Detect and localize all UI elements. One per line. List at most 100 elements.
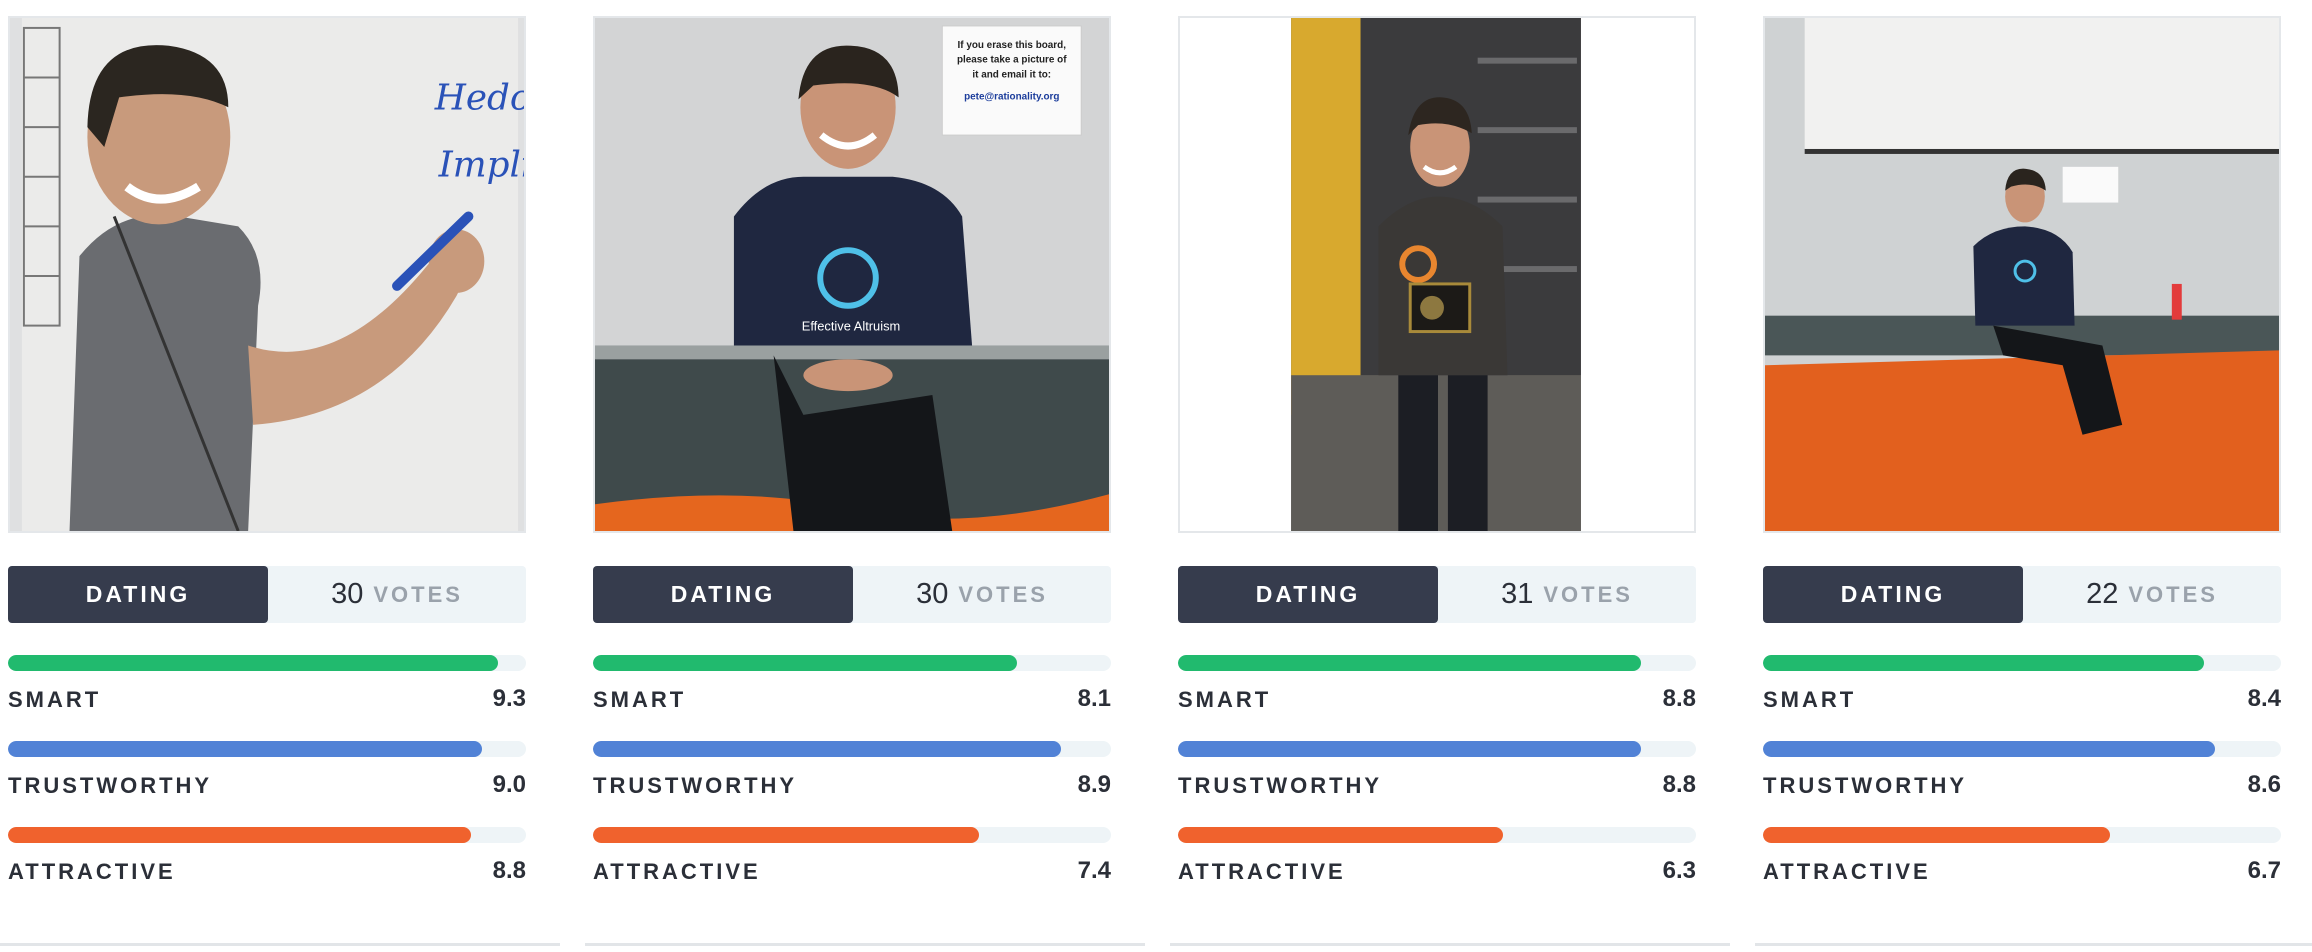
svg-text:Impli: Impli	[438, 145, 524, 186]
score-bar-track	[1763, 827, 2281, 843]
score-bar-track	[1178, 827, 1696, 843]
profile-card: DATING 31 VOTES SMART 8.8 TRUSTWORTHY 8.…	[1170, 0, 1738, 952]
metric-trustworthy: TRUSTWORTHY 8.8	[1178, 741, 1696, 801]
score-bar-track	[1763, 741, 2281, 757]
card-divider	[0, 943, 560, 946]
vote-count: 22 VOTES	[2023, 566, 2281, 623]
svg-text:please take a picture of: please take a picture of	[957, 55, 1067, 66]
score-bar-fill	[593, 655, 1018, 671]
vote-count-number: 31	[1501, 578, 1534, 610]
score-bar-track	[593, 741, 1111, 757]
svg-text:it and email it to:: it and email it to:	[972, 70, 1051, 81]
metric-label: ATTRACTIVE	[1763, 859, 1931, 884]
metric-label: SMART	[593, 687, 687, 712]
vote-count: 30 VOTES	[853, 566, 1111, 623]
metric-trustworthy: TRUSTWORTHY 8.9	[593, 741, 1111, 801]
score-bar-fill	[8, 655, 499, 671]
category-tab-bar: DATING 30 VOTES	[8, 566, 526, 623]
photo-whiteboard-icon: Hedon Impli	[10, 18, 524, 531]
category-tab-bar: DATING 31 VOTES	[1178, 566, 1696, 623]
metric-value: 8.4	[2247, 685, 2281, 712]
vote-count-number: 30	[331, 578, 364, 610]
photo-grid: Hedon Impli DATING 30 VOTES SMART	[0, 0, 2312, 952]
metric-smart: SMART 8.8	[1178, 655, 1696, 715]
profile-card: DATING 22 VOTES SMART 8.4 TRUSTWORTHY 8.…	[1755, 0, 2312, 952]
card-divider	[1170, 943, 1730, 946]
score-bar-track	[8, 741, 526, 757]
profile-photo[interactable]	[1178, 16, 1696, 533]
metric-label: TRUSTWORTHY	[593, 773, 798, 798]
card-divider	[1755, 943, 2312, 946]
vote-count-label: VOTES	[373, 581, 463, 607]
metric-value: 8.8	[492, 857, 526, 884]
metric-label: SMART	[8, 687, 102, 712]
svg-text:Effective Altruism: Effective Altruism	[802, 319, 901, 334]
category-tab-bar: DATING 22 VOTES	[1763, 566, 2281, 623]
svg-text:If you erase this board,: If you erase this board,	[958, 40, 1067, 51]
photo-sitting-wall-icon: If you erase this board, please take a p…	[595, 18, 1109, 531]
metric-label: TRUSTWORTHY	[8, 773, 213, 798]
metric-value: 8.6	[2247, 771, 2281, 798]
score-bar-fill	[1763, 655, 2204, 671]
svg-text:pete@rationality.org: pete@rationality.org	[964, 91, 1059, 102]
metric-trustworthy: TRUSTWORTHY 8.6	[1763, 741, 2281, 801]
profile-card: If you erase this board, please take a p…	[585, 0, 1153, 952]
vote-count-number: 22	[2086, 578, 2119, 610]
metric-trustworthy: TRUSTWORTHY 9.0	[8, 741, 526, 801]
metric-value: 9.3	[492, 685, 526, 712]
metric-label: SMART	[1178, 687, 1272, 712]
metric-label: SMART	[1763, 687, 1857, 712]
profile-card: Hedon Impli DATING 30 VOTES SMART	[0, 0, 568, 952]
score-bar-fill	[8, 741, 482, 757]
score-bar-track	[1178, 741, 1696, 757]
score-bar-fill	[8, 827, 471, 843]
metric-label: ATTRACTIVE	[8, 859, 176, 884]
vote-count: 31 VOTES	[1438, 566, 1696, 623]
score-bar-fill	[593, 741, 1062, 757]
score-bar-fill	[1763, 827, 2111, 843]
metric-value: 8.1	[1077, 685, 1111, 712]
metric-smart: SMART 9.3	[8, 655, 526, 715]
metric-value: 8.8	[1662, 685, 1696, 712]
metric-value: 6.7	[2247, 857, 2281, 884]
metric-value: 7.4	[1077, 857, 1111, 884]
metric-attractive: ATTRACTIVE 6.3	[1178, 827, 1696, 887]
metric-value: 6.3	[1662, 857, 1696, 884]
photo-orange-rug-icon	[1765, 18, 2279, 531]
profile-photo[interactable]	[1763, 16, 2281, 533]
vote-count-label: VOTES	[1543, 581, 1633, 607]
metric-label: ATTRACTIVE	[1178, 859, 1346, 884]
metric-label: TRUSTWORTHY	[1763, 773, 1968, 798]
category-tab-bar: DATING 30 VOTES	[593, 566, 1111, 623]
tab-dating[interactable]: DATING	[593, 566, 853, 623]
tab-dating[interactable]: DATING	[1178, 566, 1438, 623]
score-bar-track	[8, 827, 526, 843]
tab-dating[interactable]: DATING	[1763, 566, 2023, 623]
metric-value: 9.0	[492, 771, 526, 798]
profile-photo[interactable]: Hedon Impli	[8, 16, 526, 533]
score-bar-fill	[593, 827, 979, 843]
metric-attractive: ATTRACTIVE 7.4	[593, 827, 1111, 887]
score-bar-track	[593, 655, 1111, 671]
vote-count: 30 VOTES	[268, 566, 526, 623]
profile-photo[interactable]: If you erase this board, please take a p…	[593, 16, 1111, 533]
score-bar-track	[8, 655, 526, 671]
metric-label: ATTRACTIVE	[593, 859, 761, 884]
vote-count-number: 30	[916, 578, 949, 610]
metric-label: TRUSTWORTHY	[1178, 773, 1383, 798]
tab-dating[interactable]: DATING	[8, 566, 268, 623]
metric-smart: SMART 8.4	[1763, 655, 2281, 715]
metric-value: 8.8	[1662, 771, 1696, 798]
card-divider	[585, 943, 1145, 946]
svg-text:Hedon: Hedon	[434, 77, 524, 118]
metric-attractive: ATTRACTIVE 8.8	[8, 827, 526, 887]
score-bar-fill	[1763, 741, 2215, 757]
score-bar-fill	[1178, 741, 1641, 757]
score-bar-track	[1763, 655, 2281, 671]
score-bar-fill	[1178, 655, 1641, 671]
score-bar-track	[593, 827, 1111, 843]
photo-holding-plaque-icon	[1180, 18, 1694, 531]
vote-count-label: VOTES	[2128, 581, 2218, 607]
vote-count-label: VOTES	[958, 581, 1048, 607]
score-bar-track	[1178, 655, 1696, 671]
